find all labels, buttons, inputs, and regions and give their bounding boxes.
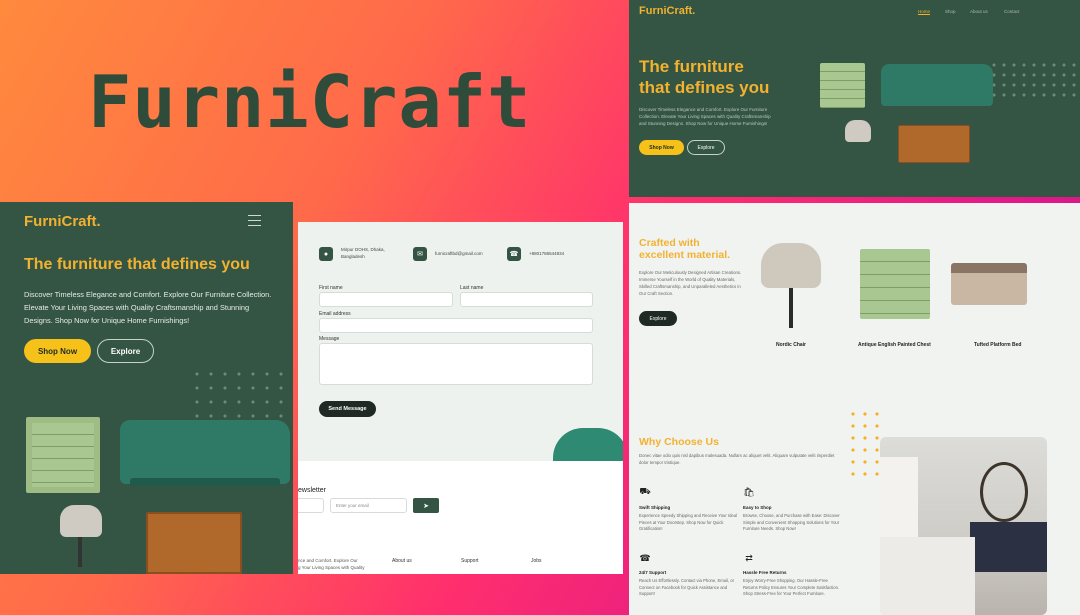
chair-legs <box>78 537 82 567</box>
nav-contact[interactable]: Contact <box>1004 9 1020 14</box>
desktop-explore-button[interactable]: Explore <box>687 140 725 155</box>
last-name-label: Last name <box>460 285 484 291</box>
returns-icon: ⇄ <box>745 552 753 563</box>
banner-title: FurniCraft <box>88 60 532 144</box>
armchair-image <box>60 505 102 537</box>
footer-section: ewsletter Enter your email ➤ nce and Com… <box>298 461 623 574</box>
email-field[interactable] <box>319 318 593 333</box>
last-name-field[interactable] <box>460 292 593 307</box>
hamburger-menu-icon[interactable] <box>248 215 261 226</box>
product-nordic-chair[interactable]: Nordic Chair <box>776 342 806 348</box>
feature-returns-title: Hassle Free Returns <box>743 570 787 575</box>
newsletter-name-field[interactable] <box>298 498 324 513</box>
footer-jobs[interactable]: Jobs <box>531 558 542 564</box>
teal-sofa-small-image <box>881 64 993 106</box>
product-platform-bed[interactable]: Tufted Platform Bed <box>974 342 1021 348</box>
feature-returns-text: Enjoy Worry-Free Shopping. Our Hassle-Fr… <box>743 578 840 596</box>
mobile-preview: FurniCraft. The furniture that defines y… <box>0 202 293 574</box>
desktop-description: Discover Timeless Elegance and Comfort. … <box>639 107 771 126</box>
newsletter-send-button[interactable]: ➤ <box>413 498 439 513</box>
sofa-base <box>130 478 280 486</box>
armchair-small-image <box>845 120 871 142</box>
mobile-shop-now-button[interactable]: Shop Now <box>24 339 91 363</box>
green-chest-small-image <box>820 63 865 108</box>
contact-email[interactable]: furnicraftbd@gmail.com <box>435 251 483 258</box>
mobile-explore-button[interactable]: Explore <box>97 339 154 363</box>
feature-swift-shipping-text: Experience Speedy Shipping and Receive Y… <box>639 513 738 531</box>
desktop-headline: The furniture that defines you <box>639 57 770 97</box>
send-message-button[interactable]: Send Message <box>319 401 376 417</box>
wooden-sideboard-image <box>146 512 242 574</box>
crafted-heading: Crafted with excellent material. <box>639 237 731 261</box>
sideboard-small-image <box>898 125 970 163</box>
desktop-brand[interactable]: FurniCraft. <box>639 5 695 17</box>
nordic-chair-image <box>761 243 821 288</box>
first-name-label: First name <box>319 285 343 291</box>
green-chest-image <box>26 417 100 493</box>
support-icon: ☎ <box>639 552 651 563</box>
platform-bed-image <box>951 263 1027 305</box>
contact-address: Mirpur DOHS, Dhaka, Bangladesh <box>341 247 385 259</box>
mobile-brand[interactable]: FurniCraft. <box>24 213 101 230</box>
teal-sofa-image <box>120 420 290 484</box>
feature-support-text: Reach Us Effortlessly. Contact via Phone… <box>639 578 735 596</box>
crafted-description: Explore Our Meticulously Designed Artisa… <box>639 270 742 296</box>
feature-easy-shop-title: Easy to Shop <box>743 505 772 510</box>
first-name-field[interactable] <box>319 292 453 307</box>
newsletter-heading: ewsletter <box>298 487 327 494</box>
mail-icon: ✉ <box>413 247 427 261</box>
location-icon: ● <box>319 247 333 261</box>
nav-about[interactable]: About us <box>970 9 988 14</box>
contact-phone[interactable]: +8801786544934 <box>529 251 564 258</box>
contact-preview: ● Mirpur DOHS, Dhaka, Bangladesh ✉ furni… <box>298 222 623 574</box>
desktop-hero-preview: FurniCraft. Home Shop About us Contact T… <box>629 0 1080 197</box>
product-painted-chest[interactable]: Antique English Painted Chest <box>858 342 931 348</box>
mobile-description: Discover Timeless Elegance and Comfort. … <box>24 290 272 325</box>
desktop-sections-preview: Crafted with excellent material. Explore … <box>629 203 1080 615</box>
bedroom-photo <box>880 437 1047 615</box>
feature-easy-shop-text: Browse, Choose, and Purchase with Ease: … <box>743 513 840 531</box>
crafted-explore-button[interactable]: Explore <box>639 311 677 326</box>
painted-chest-image <box>860 249 930 319</box>
message-field[interactable] <box>319 343 593 385</box>
mobile-headline: The furniture that defines you <box>24 256 250 273</box>
nav-shop[interactable]: Shop <box>945 9 956 14</box>
newsletter-email-field[interactable]: Enter your email <box>330 498 407 513</box>
truck-icon: ⛟ <box>639 486 651 496</box>
footer-about-text: nce and Comfort. Explore Our g Your Livin… <box>298 558 365 570</box>
nordic-chair-legs <box>789 288 793 328</box>
dot-pattern-hero <box>989 60 1079 100</box>
why-description: Donec vitae odio quis nisl dapibus males… <box>639 453 835 465</box>
email-label: Email address <box>319 311 351 317</box>
desktop-shop-now-button[interactable]: Shop Now <box>639 140 684 155</box>
message-label: Message <box>319 336 340 342</box>
why-heading: Why Choose Us <box>639 436 719 448</box>
dot-pattern <box>190 367 290 427</box>
nav-home[interactable]: Home <box>918 9 931 15</box>
footer-support[interactable]: Support <box>461 558 479 564</box>
feature-swift-shipping-title: Swift Shipping <box>639 505 671 510</box>
shopping-bag-icon: 🛍 <box>743 486 755 497</box>
footer-about-us[interactable]: About us <box>392 558 412 564</box>
phone-icon: ☎ <box>507 247 521 261</box>
feature-support-title: 24/7 Support <box>639 570 667 575</box>
